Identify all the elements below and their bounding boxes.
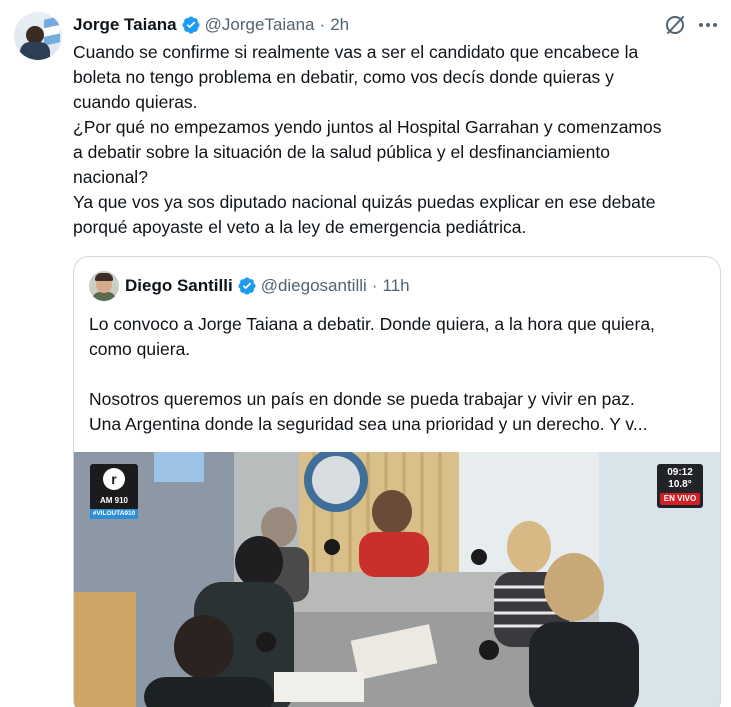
hashtag-label: #VILOUTA910	[90, 509, 138, 519]
grok-icon[interactable]	[664, 14, 686, 36]
avatar-body	[20, 42, 50, 60]
tweet-text-line: Ya que vos ya sos diputado nacional quiz…	[73, 192, 656, 212]
author-handle[interactable]: @JorgeTaiana	[205, 15, 315, 35]
tweet[interactable]: Jorge Taiana @JorgeTaiana · 2h Cuando se…	[0, 0, 731, 707]
quoted-text: Lo convoco a Jorge Taiana a debatir. Don…	[89, 312, 709, 437]
tweet-text-line: Cuando se confirme si realmente vas a se…	[73, 42, 639, 62]
tweet-text-line: boleta no tengo problema en debatir, com…	[73, 67, 614, 87]
station-logo-letter: r	[111, 471, 117, 487]
quoted-text-line: Lo convoco a Jorge Taiana a debatir. Don…	[89, 314, 655, 334]
quoted-author-avatar	[89, 271, 119, 301]
temperature-readout: 10.8°	[668, 479, 692, 490]
live-label: EN VIVO	[660, 493, 700, 505]
clock-readout: 09:12	[667, 467, 693, 478]
tweet-text-line: ¿Por qué no empezamos yendo juntos al Ho…	[73, 117, 662, 137]
tweet-text-line: porqué apoyaste el veto a la ley de emer…	[73, 217, 527, 237]
tweet-time[interactable]: 2h	[330, 15, 349, 35]
verified-badge-icon	[238, 277, 256, 295]
separator-dot: ·	[371, 276, 378, 295]
argentina-flag	[44, 16, 60, 46]
live-indicator: 09:12 10.8° EN VIVO	[657, 464, 703, 508]
quoted-time: 11h	[382, 276, 410, 295]
quoted-text-line: Nosotros queremos un país en donde se pu…	[89, 389, 635, 409]
author-avatar[interactable]	[14, 12, 62, 60]
quoted-text-line: Una Argentina donde la seguridad sea una…	[89, 414, 648, 434]
quoted-tweet[interactable]: Diego Santilli @diegosantilli · 11h Lo c…	[73, 256, 721, 707]
quoted-author-name: Diego Santilli	[125, 276, 233, 295]
more-icon[interactable]	[697, 16, 719, 34]
tweet-text-line: a debatir sobre la situación de la salud…	[73, 142, 610, 162]
quoted-text-line: como quiera.	[89, 339, 191, 359]
station-tag: AM 910	[99, 496, 128, 505]
quoted-header: Diego Santilli @diegosantilli · 11h	[125, 275, 410, 297]
tweet-text: Cuando se confirme si realmente vas a se…	[73, 40, 723, 240]
author-name[interactable]: Jorge Taiana	[73, 15, 177, 35]
separator-dot: ·	[319, 15, 326, 34]
avatar-shirt	[92, 292, 116, 301]
avatar-hair	[95, 273, 113, 281]
tweet-text-line: nacional?	[73, 167, 148, 187]
quoted-author-handle: @diegosantilli	[260, 276, 367, 295]
tweet-header: Jorge Taiana @JorgeTaiana · 2h	[73, 14, 349, 36]
quoted-media-video[interactable]: r AM 910 #VILOUTA910 09:12 10.8° EN VIVO	[74, 452, 720, 707]
tweet-text-line: cuando quieras.	[73, 92, 198, 112]
radio-studio-scene	[74, 452, 720, 707]
verified-badge-icon	[182, 16, 200, 34]
